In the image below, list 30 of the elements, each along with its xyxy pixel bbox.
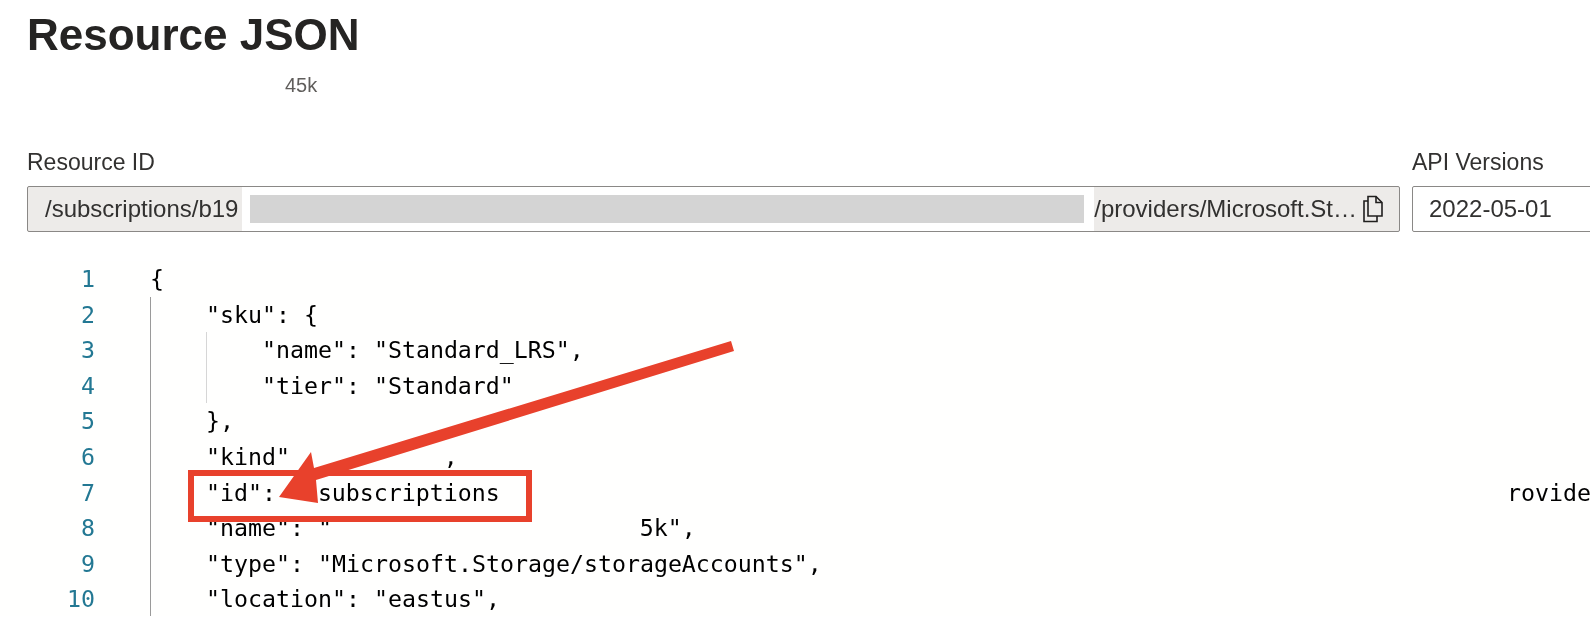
page-title: Resource JSON — [27, 9, 361, 61]
line-number: 3 — [80, 336, 95, 364]
code-text: subscriptions — [317, 477, 500, 508]
field-label: API Versions — [1412, 148, 1544, 176]
copy-icon[interactable] — [1361, 194, 1385, 224]
code-text: "location": "eastus", — [205, 584, 500, 615]
line-number: 2 — [80, 300, 95, 328]
code-text: "name": "Standard_LRS", — [261, 335, 584, 366]
code-text: "sku": { — [205, 299, 318, 330]
code-text: { — [150, 264, 164, 295]
code-text: , — [443, 442, 458, 472]
resource-name: 45k — [285, 73, 318, 98]
code-text: 5k", — [639, 513, 696, 544]
line-number: 8 — [80, 514, 95, 542]
line-number: 10 — [66, 585, 95, 613]
line-number: 7 — [80, 478, 95, 506]
code-text: rovide — [1507, 477, 1590, 508]
field-label: Resource ID — [27, 148, 155, 176]
line-number: 6 — [80, 443, 95, 470]
line-number: 1 — [80, 265, 95, 293]
line-number: 5 — [80, 407, 95, 435]
line-number: 4 — [80, 371, 95, 399]
code-text: "type": "Microsoft.Storage/storageAccounts", — [205, 548, 822, 579]
code-text: }, — [205, 406, 234, 437]
code-text: "id": — [205, 477, 276, 508]
api-version-dropdown[interactable]: 2022-05-01 — [1412, 186, 1590, 232]
resource-id-field[interactable]: /subscriptions/b19 /providers/Microsoft.St… — [27, 186, 1400, 232]
code-text: "kind" — [205, 442, 290, 472]
code-text: "tier": "Standard" — [261, 370, 514, 401]
line-number: 9 — [80, 549, 95, 577]
